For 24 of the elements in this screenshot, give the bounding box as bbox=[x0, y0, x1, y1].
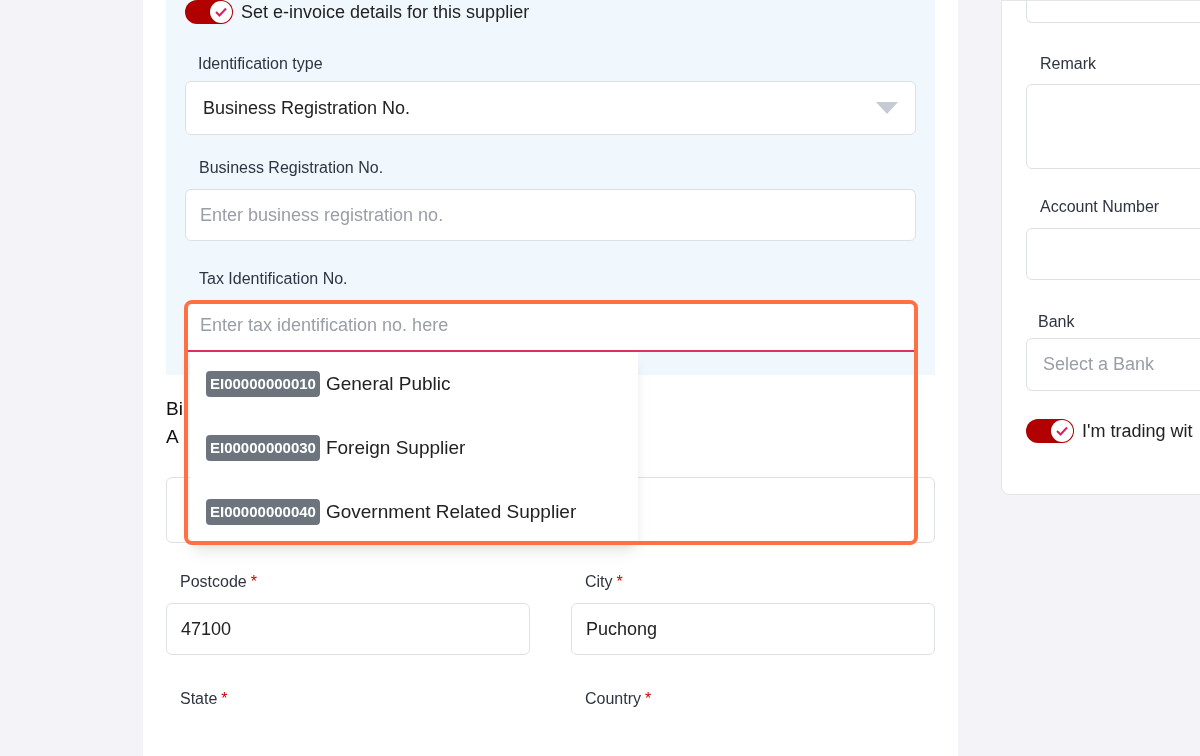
field-label: Postcode bbox=[180, 572, 247, 592]
code-badge: EI00000000010 bbox=[206, 370, 320, 398]
toggle-label: Set e-invoice details for this supplier bbox=[241, 0, 530, 24]
field-label: Account Number bbox=[1040, 197, 1160, 217]
required-mark: * bbox=[645, 689, 652, 709]
field-label: State bbox=[180, 689, 218, 709]
suggestion-name: Government Related Supplier bbox=[325, 499, 577, 524]
section-heading: Bi bbox=[166, 397, 183, 421]
suggestion-name: Foreign Supplier bbox=[325, 435, 466, 460]
section-heading: A bbox=[166, 425, 179, 449]
field-label: Identification type bbox=[198, 54, 323, 74]
suggestion-name: General Public bbox=[325, 371, 451, 396]
required-mark: * bbox=[616, 572, 623, 592]
required-mark: * bbox=[221, 689, 228, 709]
code-badge: EI00000000040 bbox=[206, 498, 320, 526]
field-label: Tax Identification No. bbox=[199, 269, 348, 289]
required-mark: * bbox=[250, 572, 257, 592]
field-label: Business Registration No. bbox=[199, 158, 384, 178]
field-label: Remark bbox=[1040, 53, 1096, 74]
field-label: Country bbox=[585, 689, 642, 709]
toggle-label: I'm trading wit bbox=[1082, 419, 1193, 443]
field-label: City bbox=[585, 572, 613, 592]
field-label: Bank bbox=[1038, 311, 1075, 332]
code-badge: EI00000000030 bbox=[206, 434, 320, 462]
